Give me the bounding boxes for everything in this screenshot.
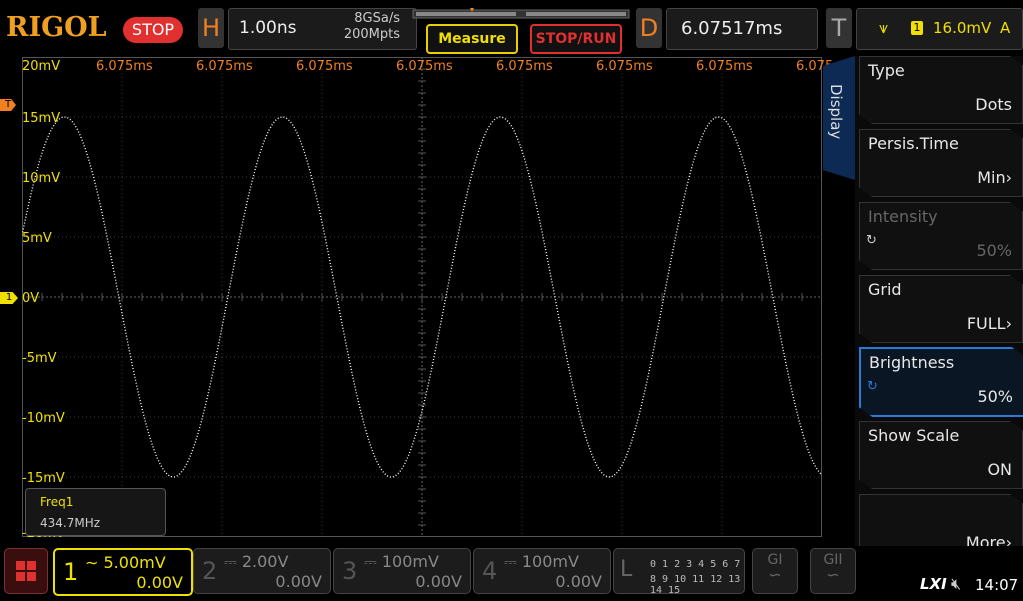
menu-item-grid[interactable]: Grid FULL› [859,275,1023,343]
dc-coupling-icon: ⎓ [224,552,242,571]
top-bar: RIGOL STOP H 1.00ns 8GSa/s 200Mpts Measu… [0,0,1023,56]
dc-coupling-icon: ⎓ [504,552,522,571]
delay-box[interactable]: 6.07517ms [666,8,818,50]
channel-1-offset-marker[interactable]: 1 [0,292,18,304]
lxi-logo: LXI [920,575,947,593]
channel-offset: 0.00V [136,573,183,592]
menu-item-value: Min› [977,168,1012,187]
delay-label[interactable]: D [636,8,662,48]
menu-item-title: Show Scale [868,426,960,445]
menu-item-value: ON [987,460,1012,479]
channel-1-box[interactable]: 1 ∼ 5.00mV 0.00V [53,548,193,596]
menu-item-title: Persis.Time [868,134,959,153]
channel-scale: ⎓ 100mV [364,552,439,571]
decoder-wave-icon: ∽ [768,565,782,584]
y-label: -5mV [22,351,57,366]
chevron-right-icon: › [1005,314,1012,333]
time-label: 6.075ms [196,59,253,74]
menu-item-show-scale[interactable]: Show Scale ON [859,421,1023,489]
memory-depth: 200Mpts [343,27,400,42]
menu-item-value: 50% [977,387,1013,406]
channel-offset: 0.00V [415,572,462,591]
measure-button[interactable]: Measure [426,24,518,54]
channel-3-box[interactable]: 3 ⎓ 100mV 0.00V [333,548,471,594]
delay-value: 6.07517ms [681,18,783,39]
time-label: 6.075ms [296,59,353,74]
channel-number: 4 [482,557,498,585]
trigger-box[interactable]: ⩛ 1 16.0mV A [856,8,1023,50]
channel-offset: 0.00V [275,572,322,591]
sample-rate: 8GSa/s [354,11,400,26]
display-grid [22,57,822,537]
menu-item-title: Grid [868,280,902,299]
y-label: 5mV [22,231,52,246]
decoder-1-button[interactable]: GI ∽ [752,548,798,594]
channel-2-box[interactable]: 2 ⎓ 2.00V 0.00V [193,548,331,594]
horizontal-scale: 1.00ns [239,18,297,38]
measurement-name: Freq1 [40,495,74,509]
y-label: 0V [22,291,40,306]
y-label: -15mV [22,471,65,486]
main-menu-button[interactable] [4,548,48,594]
trigger-level-marker[interactable]: T [0,99,16,111]
y-label: -10mV [22,411,65,426]
time-label: 6.075ms [96,59,153,74]
trigger-level: 16.0mV [933,19,992,37]
ac-coupling-icon: ∼ [85,553,104,572]
run-state-badge: STOP [123,17,183,43]
dc-coupling-icon: ⎓ [364,552,382,571]
decoder-wave-icon: ∽ [826,565,840,584]
acquisition-info: 8GSa/s 200Mpts [344,11,400,43]
speaker-muted-icon[interactable]: 🔇︎ [951,574,961,594]
horizontal-scale-box[interactable]: 1.00ns 8GSa/s 200Mpts [228,8,417,50]
menu-item-value: FULL› [966,314,1012,333]
channel-number: 3 [342,557,358,585]
menu-item-persistence-time[interactable]: Persis.Time Min› [859,129,1023,197]
decoder-2-button[interactable]: GII ∽ [810,548,856,594]
chevron-right-icon: › [1005,168,1012,187]
clock: 14:07 [975,576,1019,594]
knob-icon: ↻ [866,233,877,248]
memory-position-indicator [412,8,630,19]
y-label: 15mV [22,111,61,126]
trigger-label[interactable]: T [826,8,852,48]
channel-number: 1 [63,558,79,586]
menu-item-type[interactable]: Type Dots [859,56,1023,124]
menu-item-title: Intensity [868,207,938,226]
y-label: 10mV [22,171,61,186]
logic-channels-low: 0 1 2 3 4 5 6 7 [650,559,741,570]
channel-scale: ∼ 5.00mV [85,553,166,572]
logic-analyzer-box[interactable]: L 0 1 2 3 4 5 6 7 8 9 10 11 12 13 14 15 [613,548,745,596]
menu-item-title: Type [868,61,905,80]
measurement-value: 434.7MHz [40,516,101,530]
rising-edge-icon: ⩛ [879,18,889,37]
time-label: 6.075ms [496,59,553,74]
knob-icon: ↻ [867,379,878,394]
menu-item-value: 50% [976,241,1012,260]
time-label: 6.075ms [596,59,653,74]
waveform-display[interactable] [22,57,822,537]
channel-scale: ⎓ 100mV [504,552,579,571]
display-menu-tab-label: Display [827,84,845,140]
menu-item-value: Dots [975,95,1012,114]
channel-4-box[interactable]: 4 ⎓ 100mV 0.00V [473,548,611,594]
logic-label: L [620,557,633,582]
rigol-logo: RIGOL [6,12,107,43]
stop-run-button[interactable]: STOP/RUN [530,24,622,54]
time-label: 6.075ms [696,59,753,74]
y-label: 20mV [22,59,61,74]
horizontal-label[interactable]: H [198,8,224,48]
trigger-source: 1 [911,21,923,35]
channel-offset: 0.00V [555,572,602,591]
menu-item-title: Brightness [869,353,955,372]
channel-scale: ⎓ 2.00V [224,552,289,571]
menu-item-intensity[interactable]: Intensity ↻ 50% [859,202,1023,270]
grid-menu-icon [16,561,36,581]
time-label: 6.075ms [396,59,453,74]
channel-number: 2 [202,557,218,585]
menu-item-brightness[interactable]: Brightness ↻ 50% [859,347,1023,417]
logic-channels-high: 8 9 10 11 12 13 14 15 [650,574,741,596]
trigger-mode: A [1000,19,1011,37]
